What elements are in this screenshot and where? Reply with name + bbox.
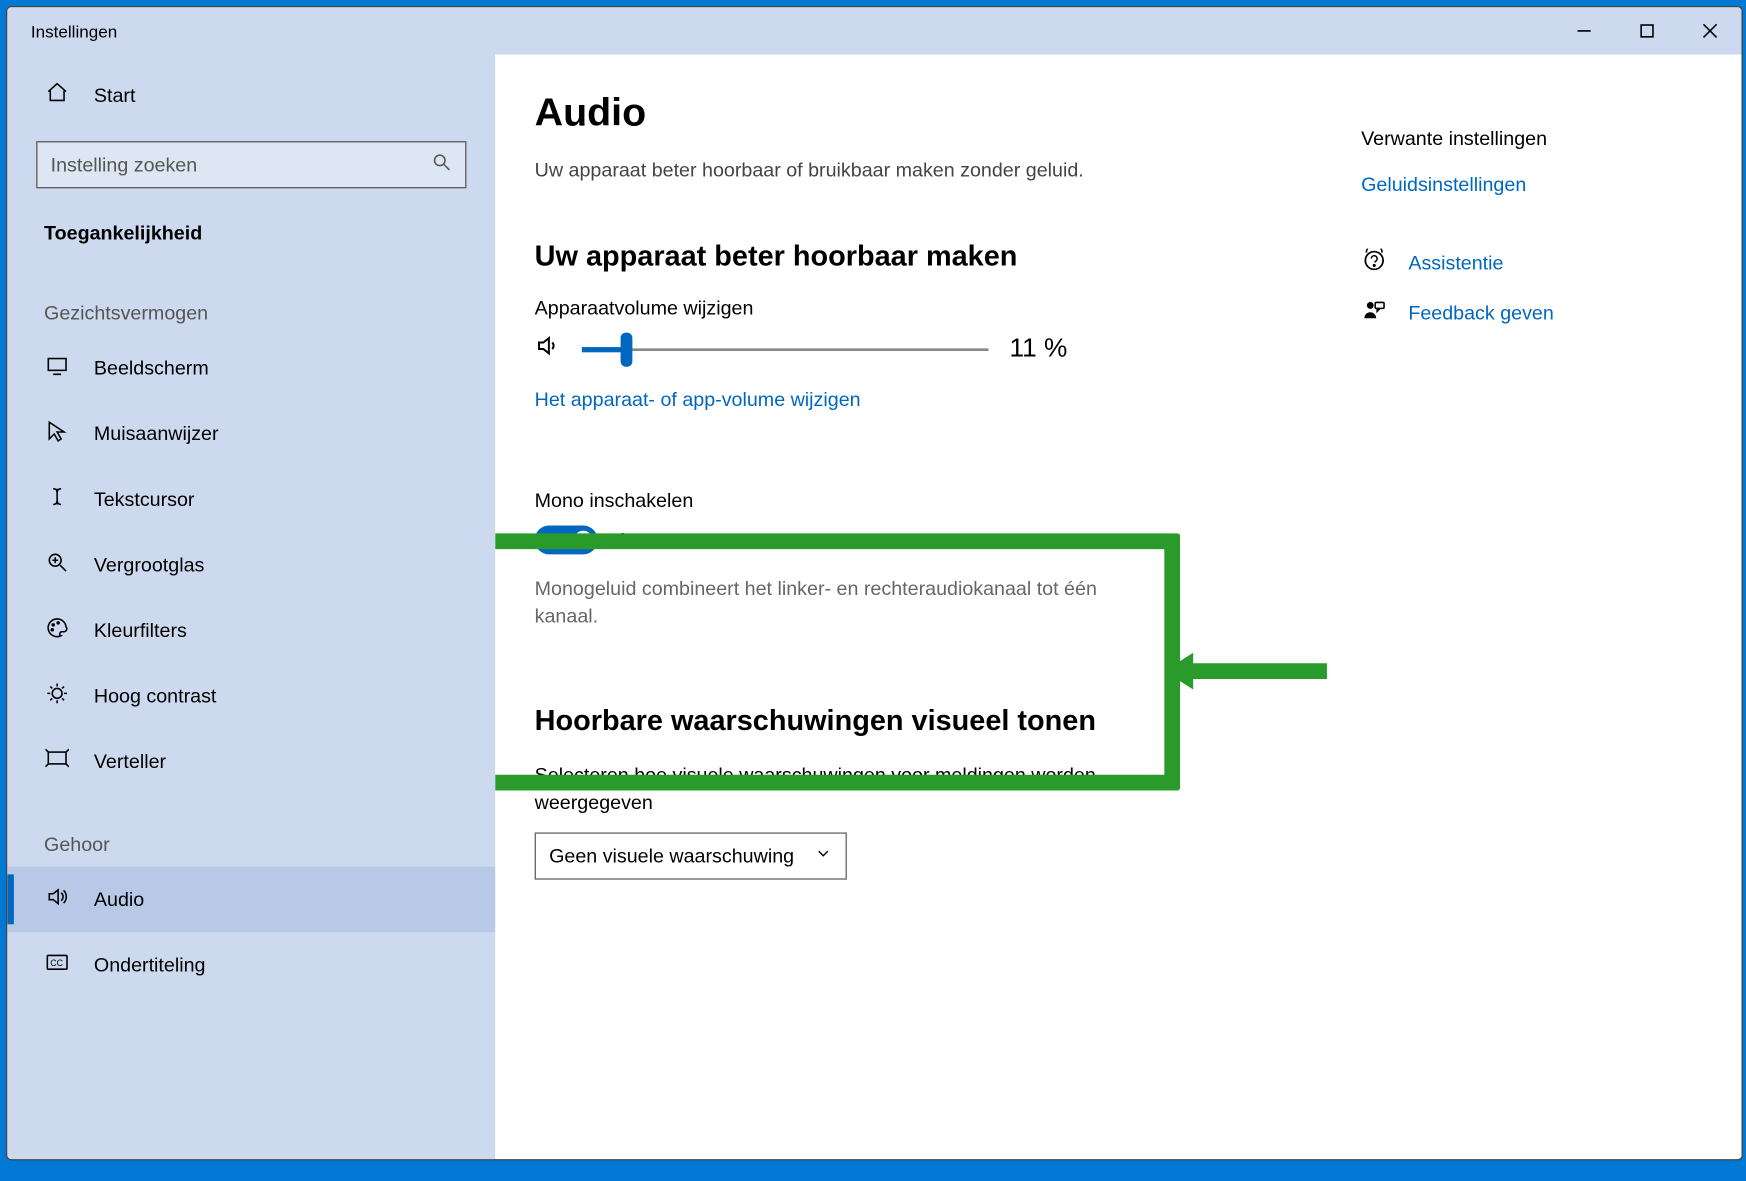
sidebar-item-label: Muisaanwijzer bbox=[94, 422, 219, 444]
section-better-hearing: Uw apparaat beter hoorbaar maken bbox=[535, 240, 1296, 274]
narrator-icon bbox=[44, 747, 70, 776]
visual-alerts-label: Selecteren hoe visuele waarschuwingen vo… bbox=[535, 762, 1112, 817]
sidebar-item-label: Beeldscherm bbox=[94, 357, 209, 379]
slider-thumb[interactable] bbox=[621, 332, 633, 366]
sidebar-item-label: Ondertiteling bbox=[94, 954, 206, 976]
mono-toggle[interactable] bbox=[535, 525, 598, 554]
speaker-icon bbox=[44, 885, 70, 914]
get-help-link[interactable]: Assistentie bbox=[1361, 249, 1715, 278]
maximize-button[interactable] bbox=[1616, 7, 1679, 54]
sidebar-item-display[interactable]: Beeldscherm bbox=[7, 335, 495, 401]
magnifier-icon bbox=[44, 550, 70, 579]
sidebar-item-label: Hoog contrast bbox=[94, 685, 217, 707]
close-button[interactable] bbox=[1679, 7, 1742, 54]
sidebar: Start Instelling zoeken Toegankelijkheid… bbox=[7, 55, 495, 1160]
main-pane: Audio Uw apparaat beter hoorbaar of brui… bbox=[495, 55, 1741, 1160]
category-title: Toegankelijkheid bbox=[7, 204, 495, 263]
sidebar-item-high-contrast[interactable]: Hoog contrast bbox=[7, 663, 495, 729]
volume-value: 11 % bbox=[1010, 334, 1068, 364]
page-lead: Uw apparaat beter hoorbaar of bruikbaar … bbox=[535, 159, 1296, 181]
home-button[interactable]: Start bbox=[7, 68, 495, 123]
maximize-icon bbox=[1639, 23, 1655, 39]
window-controls bbox=[1553, 7, 1742, 54]
mono-description: Monogeluid combineert het linker- en rec… bbox=[535, 575, 1125, 630]
mono-title: Mono inschakelen bbox=[535, 490, 1296, 512]
sidebar-item-color-filters[interactable]: Kleurfilters bbox=[7, 598, 495, 664]
search-icon bbox=[431, 152, 452, 178]
related-pane: Verwante instellingen Geluidsinstellinge… bbox=[1335, 55, 1742, 1160]
slider-track bbox=[582, 348, 989, 351]
sidebar-item-magnifier[interactable]: Vergrootglas bbox=[7, 532, 495, 598]
sidebar-item-audio[interactable]: Audio bbox=[7, 867, 495, 933]
mono-toggle-state: Aan bbox=[616, 529, 651, 551]
cc-icon: CC bbox=[44, 950, 70, 979]
svg-text:CC: CC bbox=[50, 958, 63, 968]
visual-alert-select[interactable]: Geen visuele waarschuwing bbox=[535, 832, 847, 879]
settings-window: Instellingen Start Instelling zoeken bbox=[6, 6, 1743, 1160]
group-vision-label: Gezichtsvermogen bbox=[7, 263, 495, 335]
volume-mixer-link[interactable]: Het apparaat- of app-volume wijzigen bbox=[535, 389, 861, 411]
sidebar-item-mouse-pointer[interactable]: Muisaanwijzer bbox=[7, 401, 495, 467]
cursor-icon bbox=[44, 419, 70, 448]
sidebar-item-narrator[interactable]: Verteller bbox=[7, 729, 495, 795]
sound-settings-link[interactable]: Geluidsinstellingen bbox=[1361, 174, 1715, 196]
close-icon bbox=[1702, 23, 1718, 39]
sidebar-item-label: Verteller bbox=[94, 750, 166, 772]
feedback-icon bbox=[1361, 299, 1387, 328]
contrast-icon bbox=[44, 682, 70, 711]
sidebar-item-label: Vergrootglas bbox=[94, 554, 204, 576]
text-cursor-icon bbox=[44, 485, 70, 514]
search-placeholder: Instelling zoeken bbox=[51, 154, 198, 176]
chevron-down-icon bbox=[814, 844, 832, 868]
give-feedback-link[interactable]: Feedback geven bbox=[1361, 299, 1715, 328]
sidebar-item-text-cursor[interactable]: Tekstcursor bbox=[7, 466, 495, 532]
volume-icon bbox=[535, 333, 561, 366]
page-title: Audio bbox=[535, 91, 1296, 136]
search-input[interactable]: Instelling zoeken bbox=[36, 141, 466, 188]
titlebar: Instellingen bbox=[7, 7, 1741, 54]
sidebar-item-closed-captions[interactable]: CC Ondertiteling bbox=[7, 932, 495, 998]
monitor-icon bbox=[44, 354, 70, 383]
minimize-icon bbox=[1576, 23, 1592, 39]
get-help-label: Assistentie bbox=[1408, 252, 1503, 274]
annotation-arrow-icon bbox=[1164, 645, 1335, 697]
visual-alert-value: Geen visuele waarschuwing bbox=[549, 845, 794, 867]
home-icon bbox=[44, 81, 70, 110]
sidebar-item-label: Kleurfilters bbox=[94, 619, 187, 641]
give-feedback-label: Feedback geven bbox=[1408, 302, 1554, 324]
sidebar-item-label: Tekstcursor bbox=[94, 488, 195, 510]
home-label: Start bbox=[94, 84, 136, 106]
window-title: Instellingen bbox=[31, 21, 117, 41]
volume-label: Apparaatvolume wijzigen bbox=[535, 297, 1296, 319]
volume-slider[interactable] bbox=[582, 335, 989, 364]
section-visual-alerts: Hoorbare waarschuwingen visueel tonen bbox=[535, 704, 1296, 738]
volume-row: 11 % bbox=[535, 333, 1296, 366]
sidebar-item-label: Audio bbox=[94, 888, 144, 910]
group-hearing-label: Gehoor bbox=[7, 794, 495, 866]
related-heading: Verwante instellingen bbox=[1361, 128, 1715, 150]
palette-icon bbox=[44, 616, 70, 645]
content: Audio Uw apparaat beter hoorbaar of brui… bbox=[495, 55, 1335, 1160]
help-icon bbox=[1361, 249, 1387, 278]
minimize-button[interactable] bbox=[1553, 7, 1616, 54]
